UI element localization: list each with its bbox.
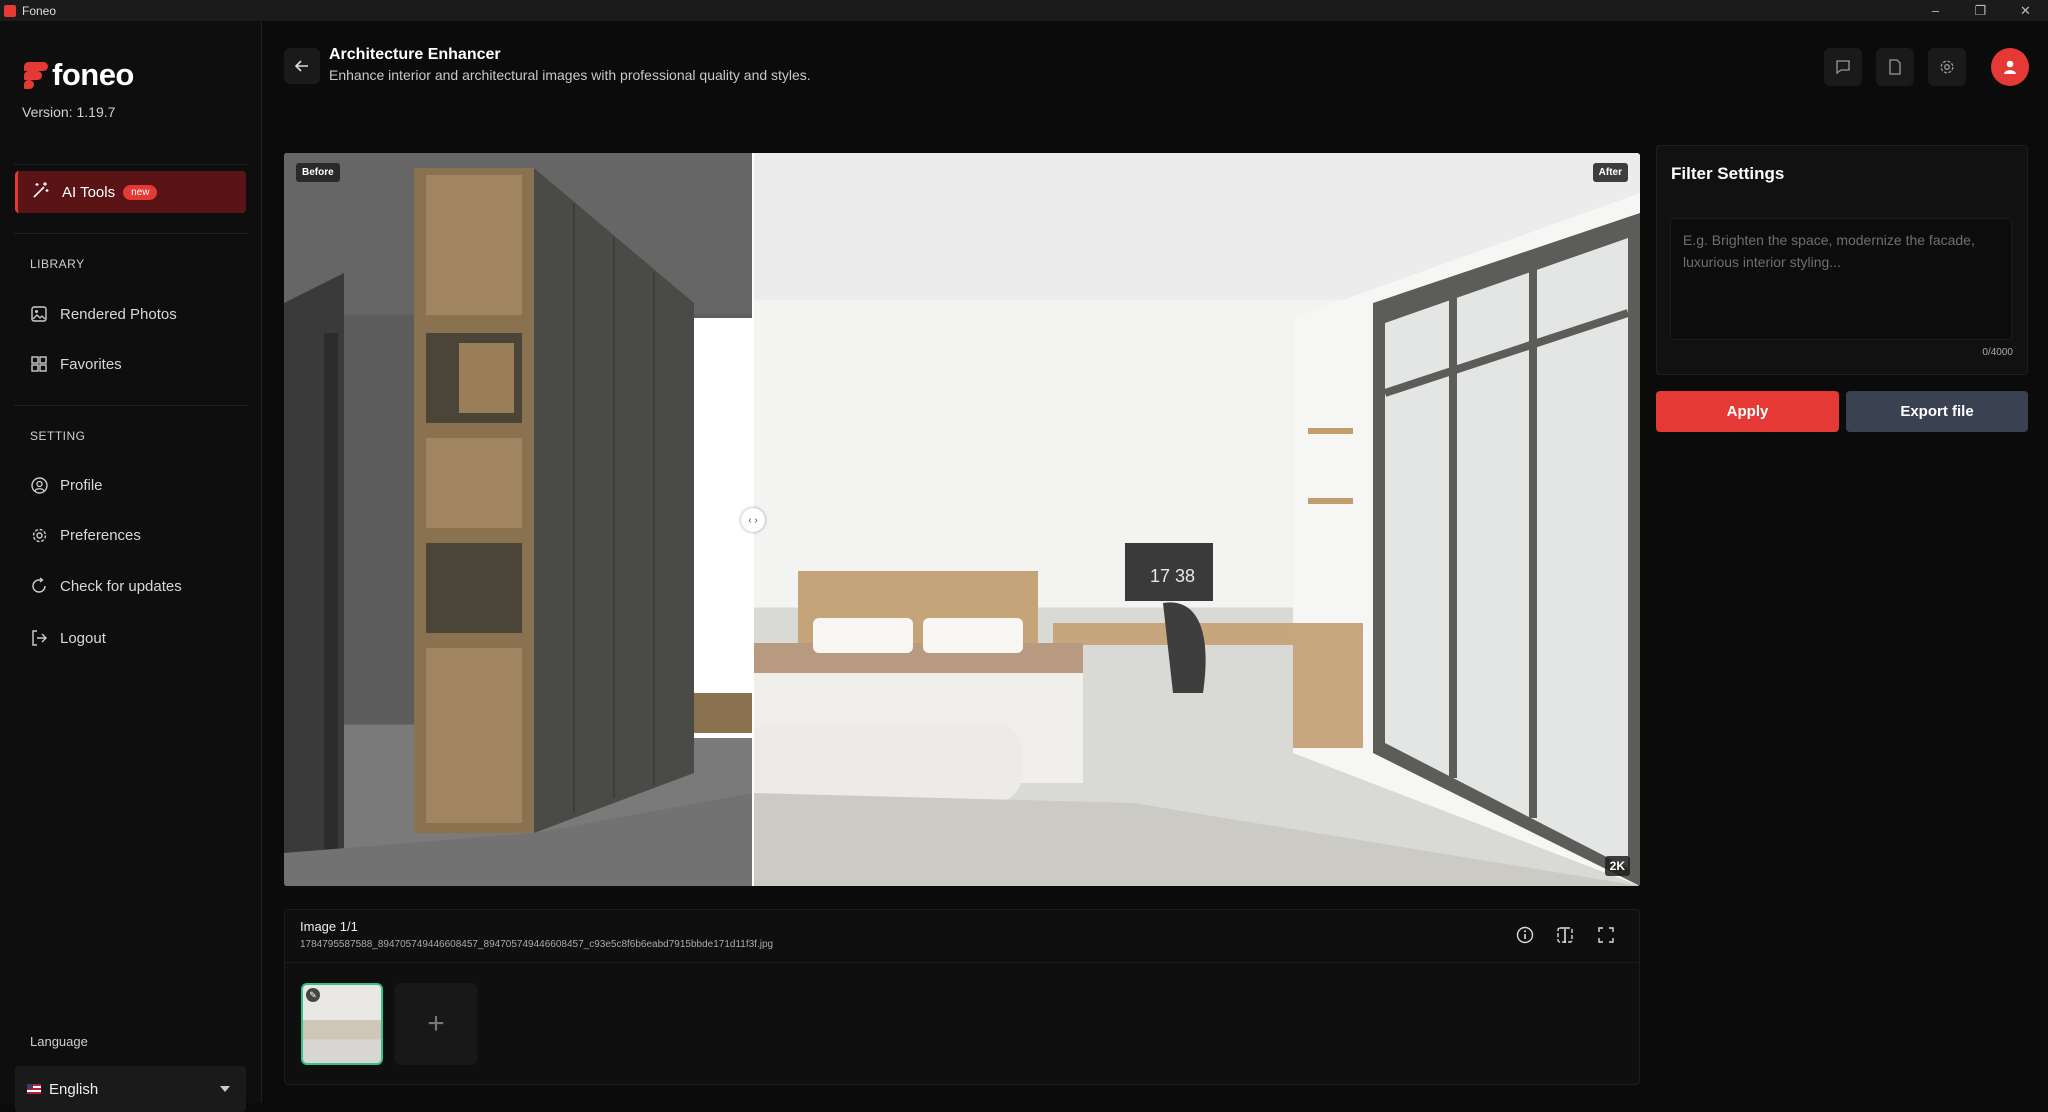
logout-icon <box>30 629 48 647</box>
window-controls: – ❐ ✕ <box>1913 0 2048 21</box>
compare-handle[interactable]: ‹ › <box>741 508 765 532</box>
sidebar-item-label: Favorites <box>60 355 122 373</box>
sidebar-item-logout[interactable]: Logout <box>30 629 106 647</box>
split-view-icon <box>1557 927 1573 943</box>
char-count: 0/4000 <box>1982 347 2013 358</box>
filter-settings-panel: Filter Settings E.g. Brighten the space,… <box>1656 145 2028 375</box>
after-image: 17 38 <box>753 153 1640 886</box>
minimize-button[interactable]: – <box>1913 0 1958 21</box>
user-circle-icon <box>30 476 48 494</box>
filter-prompt-input[interactable]: E.g. Brighten the space, modernize the f… <box>1670 218 2012 340</box>
expand-icon <box>1598 927 1614 943</box>
monitor-clock: 17 38 <box>1150 566 1195 586</box>
sidebar-item-favorites[interactable]: Favorites <box>30 355 122 373</box>
sidebar: foneo Version: 1.19.7 AI Tools new LIBRA… <box>0 21 262 1112</box>
chevron-down-icon <box>220 1086 230 1092</box>
after-tag: After <box>1592 163 1628 182</box>
compare-toggle-button[interactable] <box>1554 924 1576 946</box>
brand-logo: foneo <box>22 57 134 93</box>
sidebar-item-label: Rendered Photos <box>60 305 177 323</box>
close-button[interactable]: ✕ <box>2003 0 2048 21</box>
window-titlebar: Foneo – ❐ ✕ <box>0 0 2048 21</box>
logo-mark-icon <box>22 60 50 90</box>
grid-icon <box>30 355 48 373</box>
language-select[interactable]: English <box>15 1066 246 1112</box>
info-button[interactable] <box>1514 924 1536 946</box>
sidebar-item-label: Logout <box>60 629 106 647</box>
document-button[interactable] <box>1876 48 1914 86</box>
sidebar-item-profile[interactable]: Profile <box>30 476 103 494</box>
arrow-left-icon <box>294 60 308 72</box>
new-badge: new <box>123 184 158 200</box>
sidebar-item-label: Profile <box>60 476 103 494</box>
gear-icon <box>1940 60 1954 74</box>
fullscreen-button[interactable] <box>1595 924 1617 946</box>
divider <box>285 962 1639 963</box>
pencil-icon[interactable]: ✎ <box>306 988 320 1002</box>
apply-button[interactable]: Apply <box>1656 391 1839 432</box>
avatar[interactable] <box>1991 48 2029 86</box>
settings-button[interactable] <box>1928 48 1966 86</box>
restore-button[interactable]: ❐ <box>1958 0 2003 21</box>
sidebar-item-label: AI Tools <box>62 183 116 201</box>
gear-icon <box>30 526 48 544</box>
library-heading: LIBRARY <box>30 257 85 271</box>
divider <box>14 405 248 406</box>
page-title: Architecture Enhancer <box>329 46 501 63</box>
before-render-illustration <box>284 168 753 886</box>
before-tag: Before <box>296 163 340 182</box>
resolution-badge: 2K <box>1604 856 1630 876</box>
message-icon <box>1836 60 1850 75</box>
info-icon <box>1516 926 1534 944</box>
divider <box>14 233 248 234</box>
back-button[interactable] <box>284 48 320 84</box>
setting-heading: SETTING <box>30 429 86 443</box>
add-image-button[interactable]: + <box>395 983 477 1065</box>
sidebar-item-ai-tools[interactable]: AI Tools new <box>15 171 246 213</box>
sidebar-item-preferences[interactable]: Preferences <box>30 526 141 544</box>
divider <box>14 164 248 165</box>
before-after-viewer[interactable]: 17 38 ‹ › Before After 2K <box>284 153 1640 886</box>
sidebar-item-label: Preferences <box>60 526 141 544</box>
us-flag-icon <box>27 1084 41 1094</box>
after-render-illustration: 17 38 <box>753 193 1640 886</box>
export-file-button[interactable]: Export file <box>1846 391 2028 432</box>
window-title: Foneo <box>22 3 57 18</box>
image-gallery-panel: Image 1/1 1784795587588_8947057494466084… <box>284 909 1640 1085</box>
sidebar-item-check-updates[interactable]: Check for updates <box>30 577 182 595</box>
app-icon <box>4 4 16 17</box>
app-version: Version: 1.19.7 <box>22 104 116 120</box>
image-filename: 1784795587588_894705749446608457_8947057… <box>300 939 774 950</box>
image-thumbnail[interactable]: ✎ <box>301 983 383 1065</box>
sidebar-item-label: Check for updates <box>60 577 182 595</box>
language-value: English <box>49 1080 99 1098</box>
brand-name: foneo <box>52 57 134 92</box>
refresh-icon <box>30 577 48 595</box>
page-header: Architecture Enhancer Enhance interior a… <box>262 21 2048 111</box>
filter-title: Filter Settings <box>1671 164 1785 183</box>
magic-wand-icon <box>32 181 50 204</box>
image-count: Image 1/1 <box>300 919 358 934</box>
sidebar-item-rendered-photos[interactable]: Rendered Photos <box>30 305 177 323</box>
page-subtitle: Enhance interior and architectural image… <box>329 67 811 83</box>
feedback-button[interactable] <box>1824 48 1862 86</box>
image-icon <box>30 305 48 323</box>
before-image <box>284 153 753 886</box>
document-icon <box>1889 59 1901 75</box>
user-icon <box>2004 60 2016 74</box>
language-label: Language <box>30 1034 88 1049</box>
